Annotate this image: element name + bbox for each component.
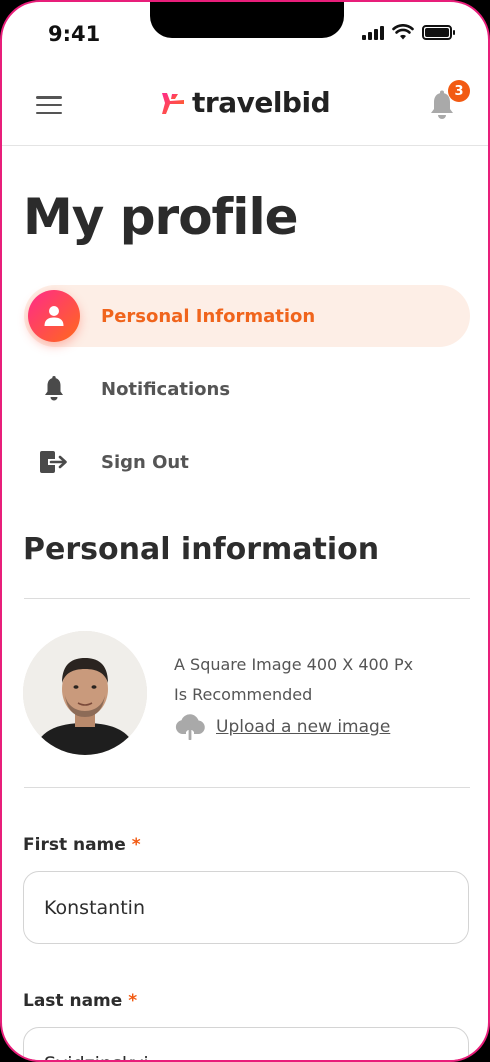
profile-photo bbox=[23, 631, 147, 755]
nav-label-personal-information: Personal Information bbox=[101, 305, 316, 327]
last-name-label: Last name * bbox=[23, 991, 137, 1011]
first-name-label: First name * bbox=[23, 835, 141, 855]
first-name-label-text: First name bbox=[23, 835, 126, 855]
upload-link-label: Upload a new image bbox=[216, 717, 391, 737]
required-mark: * bbox=[128, 991, 138, 1011]
brand-name: travelbid bbox=[192, 86, 331, 119]
notification-count-badge: 3 bbox=[448, 80, 470, 102]
section-title: Personal information bbox=[23, 532, 380, 567]
nav-item-notifications[interactable]: Notifications bbox=[24, 358, 470, 420]
notifications-bell-button[interactable]: 3 bbox=[428, 80, 470, 120]
first-name-input[interactable] bbox=[23, 871, 469, 944]
upload-hint-line2: Is Recommended bbox=[174, 685, 313, 704]
hamburger-menu-button[interactable] bbox=[36, 94, 62, 116]
upload-hint: A Square Image 400 X 400 Px Is Recommend… bbox=[174, 650, 413, 710]
status-time: 9:41 bbox=[48, 22, 101, 46]
brand-logo[interactable]: travelbid bbox=[160, 86, 331, 119]
cloud-upload-icon bbox=[175, 714, 205, 740]
device-notch bbox=[150, 2, 344, 38]
upload-hint-line1: A Square Image 400 X 400 Px bbox=[174, 655, 414, 674]
user-icon bbox=[44, 306, 64, 326]
status-icons bbox=[362, 24, 455, 40]
sign-out-icon bbox=[40, 451, 67, 473]
nav-label-notifications: Notifications bbox=[101, 378, 231, 400]
nav-icon-container bbox=[28, 436, 80, 488]
last-name-label-text: Last name bbox=[23, 991, 123, 1011]
cellular-signal-icon bbox=[362, 24, 384, 40]
app-header: travelbid 3 bbox=[2, 72, 488, 146]
required-mark: * bbox=[131, 835, 141, 855]
bell-icon bbox=[45, 376, 63, 401]
page-title: My profile bbox=[23, 188, 298, 246]
phone-frame: 9:41 travelbid 3 My profile Personal Inf… bbox=[0, 0, 490, 1062]
nav-item-sign-out[interactable]: Sign Out bbox=[24, 431, 470, 493]
upload-image-link[interactable]: Upload a new image bbox=[174, 714, 390, 740]
profile-avatar[interactable] bbox=[23, 631, 147, 755]
battery-icon bbox=[422, 24, 455, 40]
avatar-divider bbox=[24, 787, 470, 788]
travelbid-logo-icon bbox=[162, 92, 184, 114]
nav-icon-container bbox=[28, 290, 80, 342]
nav-item-personal-information[interactable]: Personal Information bbox=[24, 285, 470, 347]
wifi-icon bbox=[392, 24, 414, 40]
nav-icon-container bbox=[28, 363, 80, 415]
status-bar: 9:41 bbox=[2, 2, 488, 68]
last-name-input[interactable] bbox=[23, 1027, 469, 1060]
section-divider bbox=[24, 598, 470, 599]
nav-label-sign-out: Sign Out bbox=[101, 451, 189, 473]
